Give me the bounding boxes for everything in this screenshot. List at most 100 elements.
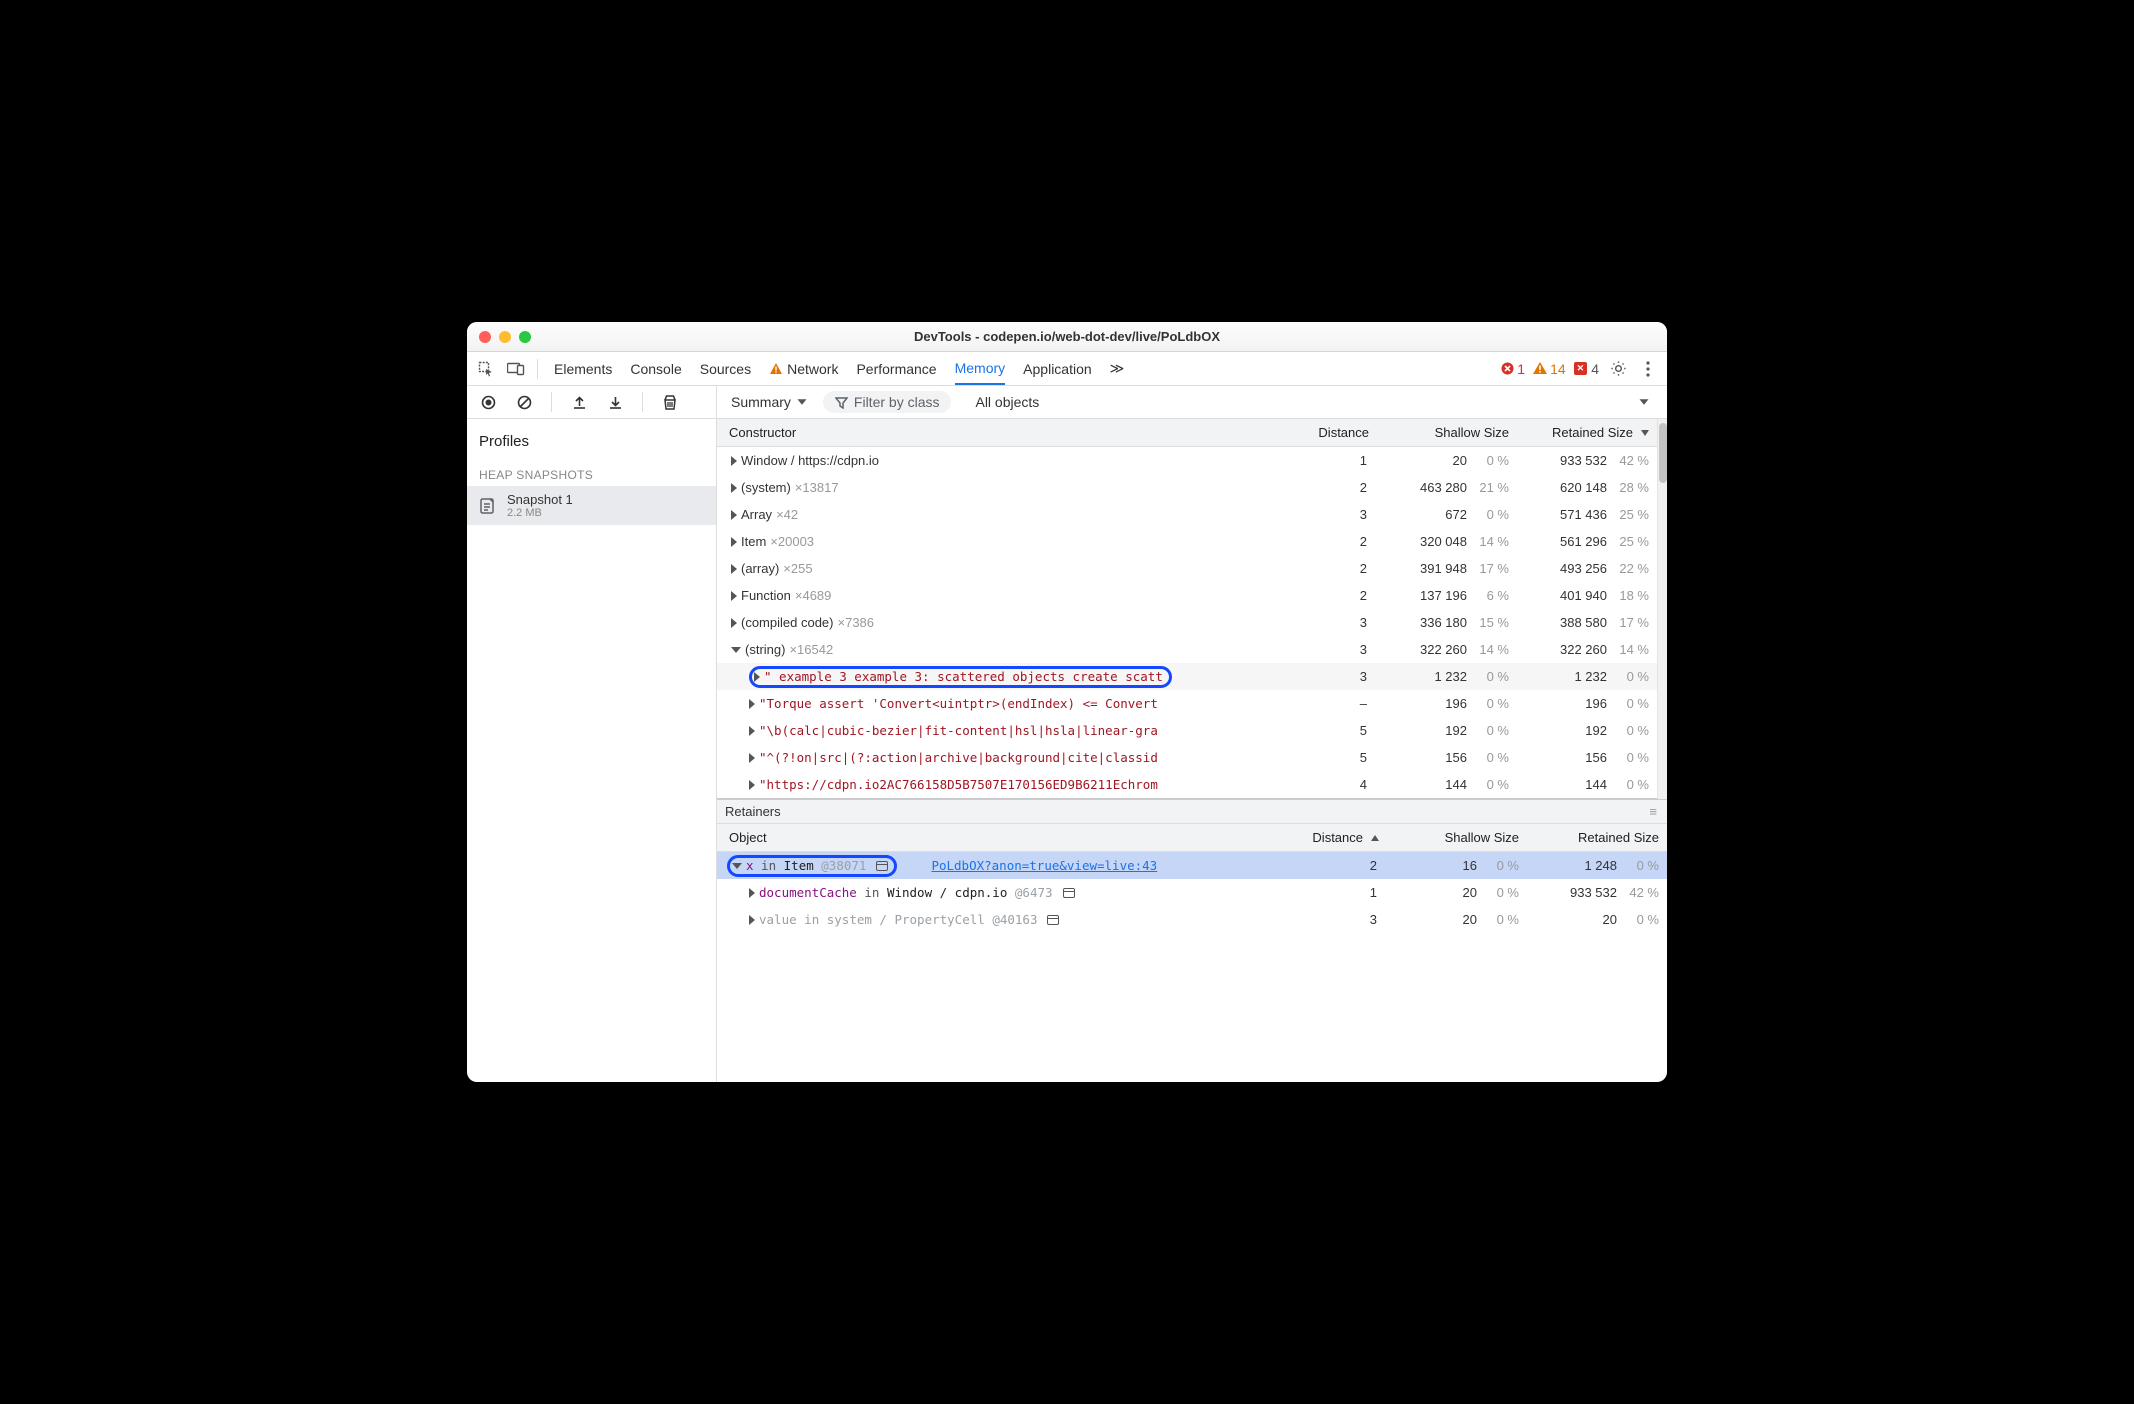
toolbar-left	[467, 386, 717, 418]
frame-icon	[876, 861, 888, 871]
tab-performance[interactable]: Performance	[856, 352, 936, 385]
row-count: ×13817	[795, 475, 839, 501]
device-toolbar-icon[interactable]	[505, 358, 527, 380]
cell-distance: 2	[1283, 853, 1383, 879]
table-row[interactable]: " example 3 example 3: scattered objects…	[717, 663, 1657, 690]
table-row[interactable]: Item ×200032320 04814 %561 29625 %	[717, 528, 1657, 555]
error-count[interactable]: 1	[1501, 361, 1525, 377]
cell-distance: 2	[1293, 556, 1373, 582]
table-row[interactable]: "Torque assert 'Convert<uintptr>(endInde…	[717, 690, 1657, 717]
tab-network[interactable]: Network	[769, 352, 838, 385]
col-object[interactable]: Object	[725, 828, 1283, 847]
col-distance[interactable]: Distance	[1293, 423, 1373, 442]
tab-memory[interactable]: Memory	[955, 352, 1006, 385]
chevron-right-icon	[749, 780, 755, 790]
retainer-row[interactable]: documentCache in Window / cdpn.io @64731…	[717, 879, 1667, 906]
tab-label: Network	[787, 361, 838, 377]
kebab-menu-icon[interactable]	[1637, 358, 1659, 380]
table-row[interactable]: "^(?!on|src|(?:action|archive|background…	[717, 744, 1657, 771]
retainers-rows: x in Item @38071PoLdbOX?anon=true&view=l…	[717, 852, 1667, 933]
warning-number: 14	[1550, 361, 1566, 377]
cell-retained: 933 53242 %	[1523, 880, 1663, 906]
filter-icon	[835, 396, 848, 409]
cell-retained: 1960 %	[1513, 691, 1653, 717]
cell-distance: 3	[1293, 664, 1373, 690]
download-icon[interactable]	[604, 391, 626, 413]
cell-distance: 3	[1293, 637, 1373, 663]
settings-icon[interactable]	[1607, 358, 1629, 380]
snapshot-item[interactable]: Snapshot 1 2.2 MB	[467, 486, 716, 525]
table-row[interactable]: Function ×46892137 1966 %401 94018 %	[717, 582, 1657, 609]
gc-icon[interactable]	[659, 391, 681, 413]
tabs-overflow[interactable]: ≫	[1110, 352, 1125, 385]
retainer-row[interactable]: x in Item @38071PoLdbOX?anon=true&view=l…	[717, 852, 1667, 879]
scrollbar[interactable]	[1657, 419, 1667, 799]
row-count: ×16542	[789, 637, 833, 663]
upload-icon[interactable]	[568, 391, 590, 413]
issue-count[interactable]: ✕ 4	[1574, 361, 1599, 377]
minimize-window-button[interactable]	[499, 331, 511, 343]
cell-distance: 2	[1293, 529, 1373, 555]
retainers-menu-icon[interactable]: ≡	[1649, 804, 1659, 819]
toolbar-right: Summary Filter by class All objects	[717, 391, 1667, 413]
clear-icon[interactable]	[513, 391, 535, 413]
table-row[interactable]: (system) ×138172463 28021 %620 14828 %	[717, 474, 1657, 501]
retainers-heading: Retainers ≡	[717, 799, 1667, 824]
scrollbar-thumb[interactable]	[1659, 423, 1667, 483]
table-row[interactable]: (array) ×2552391 94817 %493 25622 %	[717, 555, 1657, 582]
constructors-table: Constructor Distance Shallow Size Retain…	[717, 419, 1657, 799]
close-window-button[interactable]	[479, 331, 491, 343]
tab-label: Console	[630, 361, 681, 377]
col-distance[interactable]: Distance	[1283, 828, 1383, 847]
cell-distance: 5	[1293, 718, 1373, 744]
retainers-title: Retainers	[725, 804, 781, 819]
table-row[interactable]: Array ×4236720 %571 43625 %	[717, 501, 1657, 528]
objects-select[interactable]: All objects	[971, 392, 1043, 412]
cell-retained: 1 2320 %	[1513, 664, 1653, 690]
frame-icon	[1047, 915, 1059, 925]
col-constructor[interactable]: Constructor	[725, 423, 1293, 442]
table-row[interactable]: Window / https://cdpn.io1200 %933 53242 …	[717, 447, 1657, 474]
inspect-icon[interactable]	[475, 358, 497, 380]
zoom-window-button[interactable]	[519, 331, 531, 343]
source-link[interactable]: PoLdbOX?anon=true&view=live:43	[931, 853, 1157, 879]
cell-shallow: 6720 %	[1373, 502, 1513, 528]
table-row[interactable]: "https://cdpn.io2AC766158D5B7507E170156E…	[717, 771, 1657, 798]
chevron-right-icon	[749, 726, 755, 736]
chevron-down-icon[interactable]	[1640, 399, 1649, 404]
row-count: ×4689	[795, 583, 832, 609]
cell-shallow: 1560 %	[1373, 745, 1513, 771]
table-row[interactable]: "\b(calc|cubic-bezier|fit-content|hsl|hs…	[717, 717, 1657, 744]
col-shallow[interactable]: Shallow Size	[1383, 828, 1523, 847]
row-label: Item	[741, 529, 766, 555]
row-label: (compiled code)	[741, 610, 834, 636]
panel-tabs: Elements Console Sources Network Perform…	[554, 352, 1124, 385]
perspective-select[interactable]: Summary	[727, 392, 811, 412]
col-retained[interactable]: Retained Size	[1523, 828, 1663, 847]
retainer-row[interactable]: value in system / PropertyCell @40163320…	[717, 906, 1667, 933]
record-icon[interactable]	[477, 391, 499, 413]
class-filter[interactable]: Filter by class	[823, 391, 952, 413]
tab-elements[interactable]: Elements	[554, 352, 612, 385]
error-icon	[1501, 362, 1514, 375]
titlebar: DevTools - codepen.io/web-dot-dev/live/P…	[467, 322, 1667, 352]
cell-distance: 3	[1283, 907, 1383, 933]
chevron-right-icon	[731, 483, 737, 493]
tab-application[interactable]: Application	[1023, 352, 1092, 385]
col-retained[interactable]: Retained Size	[1513, 423, 1653, 442]
tab-sources[interactable]: Sources	[700, 352, 751, 385]
warning-count[interactable]: 14	[1533, 361, 1566, 377]
row-count: ×7386	[838, 610, 875, 636]
table-row[interactable]: (string) ×165423322 26014 %322 26014 %	[717, 636, 1657, 663]
cell-shallow: 320 04814 %	[1373, 529, 1513, 555]
row-count: ×42	[776, 502, 798, 528]
chevron-right-icon	[749, 753, 755, 763]
chevron-right-icon	[731, 564, 737, 574]
table-row[interactable]: (compiled code) ×73863336 18015 %388 580…	[717, 609, 1657, 636]
chevron-right-icon	[749, 915, 755, 925]
col-shallow[interactable]: Shallow Size	[1373, 423, 1513, 442]
cell-distance: 1	[1283, 880, 1383, 906]
tab-console[interactable]: Console	[630, 352, 681, 385]
chevron-right-icon	[754, 672, 760, 682]
chevron-right-icon	[749, 888, 755, 898]
